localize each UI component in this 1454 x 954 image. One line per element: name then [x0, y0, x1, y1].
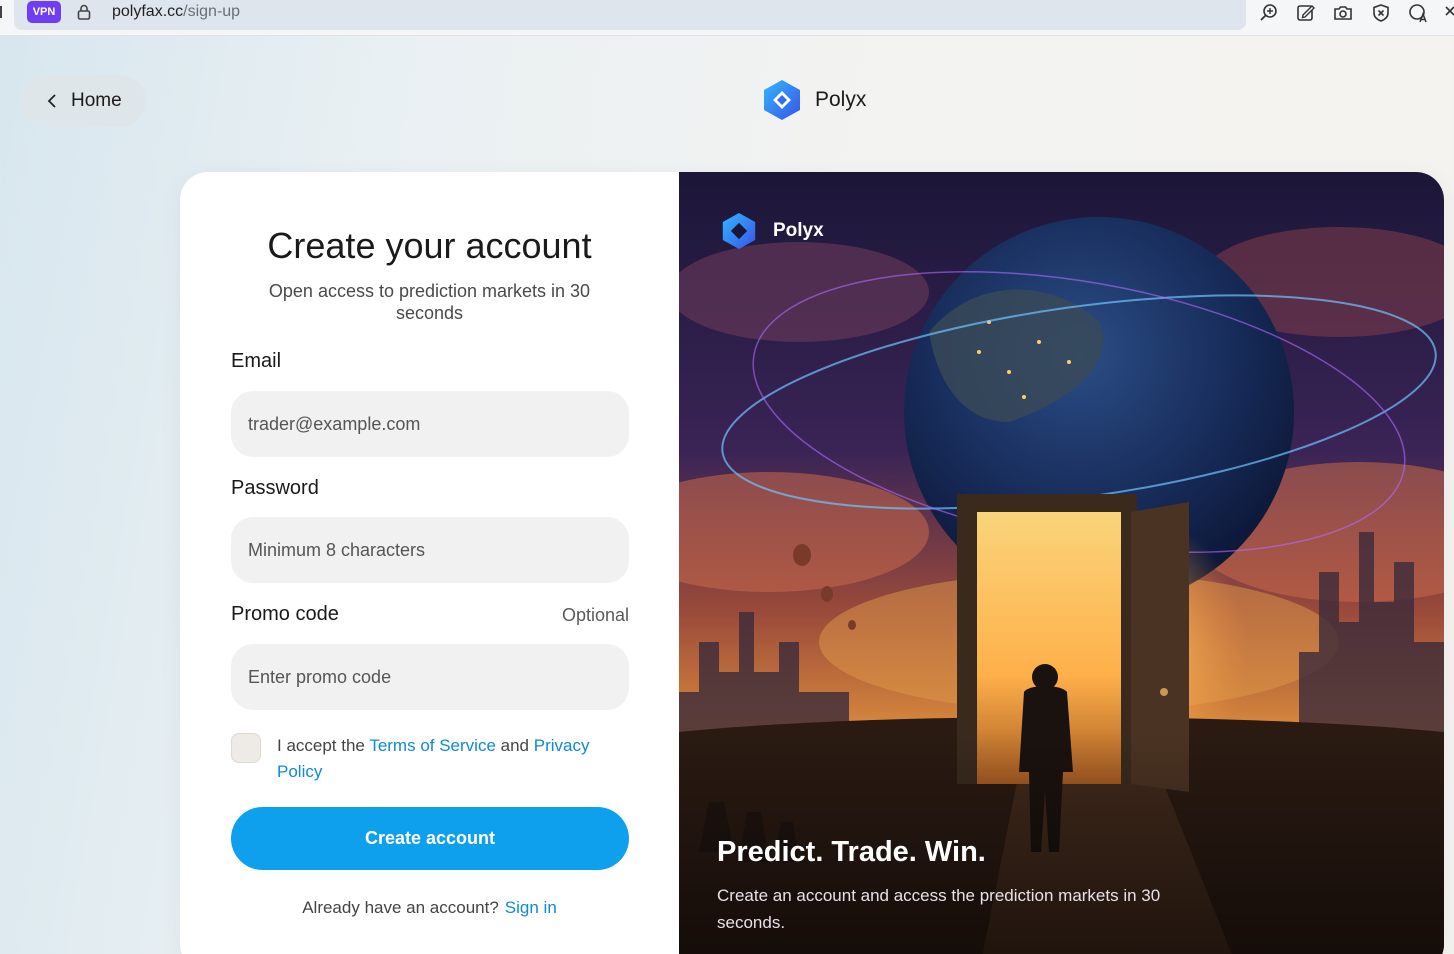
password-field[interactable]	[231, 517, 629, 583]
chevron-left-icon	[47, 94, 56, 108]
terms-prefix: I accept the	[277, 736, 365, 755]
promo-label: Promo code	[231, 603, 339, 625]
email-field[interactable]	[231, 391, 629, 457]
tab-edge	[0, 6, 4, 18]
polyx-logo-icon	[764, 80, 800, 120]
lock-icon[interactable]	[75, 3, 93, 21]
edit-icon[interactable]	[1295, 2, 1317, 24]
page-title: Create your account	[267, 225, 592, 266]
close-icon[interactable]	[1442, 2, 1454, 24]
sign-in-link[interactable]: Sign in	[505, 898, 557, 917]
hero-description: Create an account and access the predict…	[717, 886, 1161, 932]
brand-name: Polyx	[815, 88, 867, 111]
terms-of-service-link[interactable]: Terms of Service	[369, 736, 496, 755]
signup-form: Create your account Open access to predi…	[180, 172, 679, 954]
signup-card: Create your account Open access to predi…	[180, 172, 1444, 954]
shield-icon[interactable]	[1370, 2, 1392, 24]
terms-checkbox[interactable]	[231, 733, 261, 763]
signin-row: Already have an account? Sign in	[180, 898, 679, 918]
vpn-badge[interactable]: VPN	[27, 1, 61, 23]
email-label: Email	[231, 350, 282, 372]
create-account-button[interactable]: Create account	[231, 807, 629, 870]
hero-panel: Polyx Predict. Trade. Win. Create an acc…	[679, 172, 1444, 954]
brand-header[interactable]: Polyx	[762, 79, 866, 121]
hero-headline: Predict. Trade. Win.	[717, 836, 986, 868]
hero-brand: Polyx	[721, 212, 824, 250]
browser-toolbar: VPN polyfax.cc/sign-up	[0, 0, 1454, 36]
terms-and: and	[500, 736, 530, 755]
zoom-icon[interactable]	[1258, 2, 1280, 24]
promo-optional-label: Optional	[561, 605, 629, 625]
url-text[interactable]: polyfax.cc/sign-up	[112, 3, 240, 21]
url-host: polyfax.cc	[112, 3, 184, 20]
home-label: Home	[71, 90, 122, 111]
signin-prompt: Already have an account?	[302, 898, 499, 917]
page-subtitle: Open access to prediction markets in 30 …	[268, 281, 591, 323]
home-button[interactable]: Home	[21, 75, 146, 127]
camera-icon[interactable]	[1332, 2, 1354, 24]
hero-brand-name: Polyx	[773, 220, 824, 241]
promo-code-field[interactable]	[231, 644, 629, 710]
translate-icon[interactable]	[1407, 2, 1429, 24]
url-path: /sign-up	[183, 3, 241, 20]
terms-text: I accept the Terms of Service and Privac…	[277, 733, 617, 785]
polyx-logo-icon	[722, 213, 756, 249]
password-label: Password	[231, 477, 319, 499]
